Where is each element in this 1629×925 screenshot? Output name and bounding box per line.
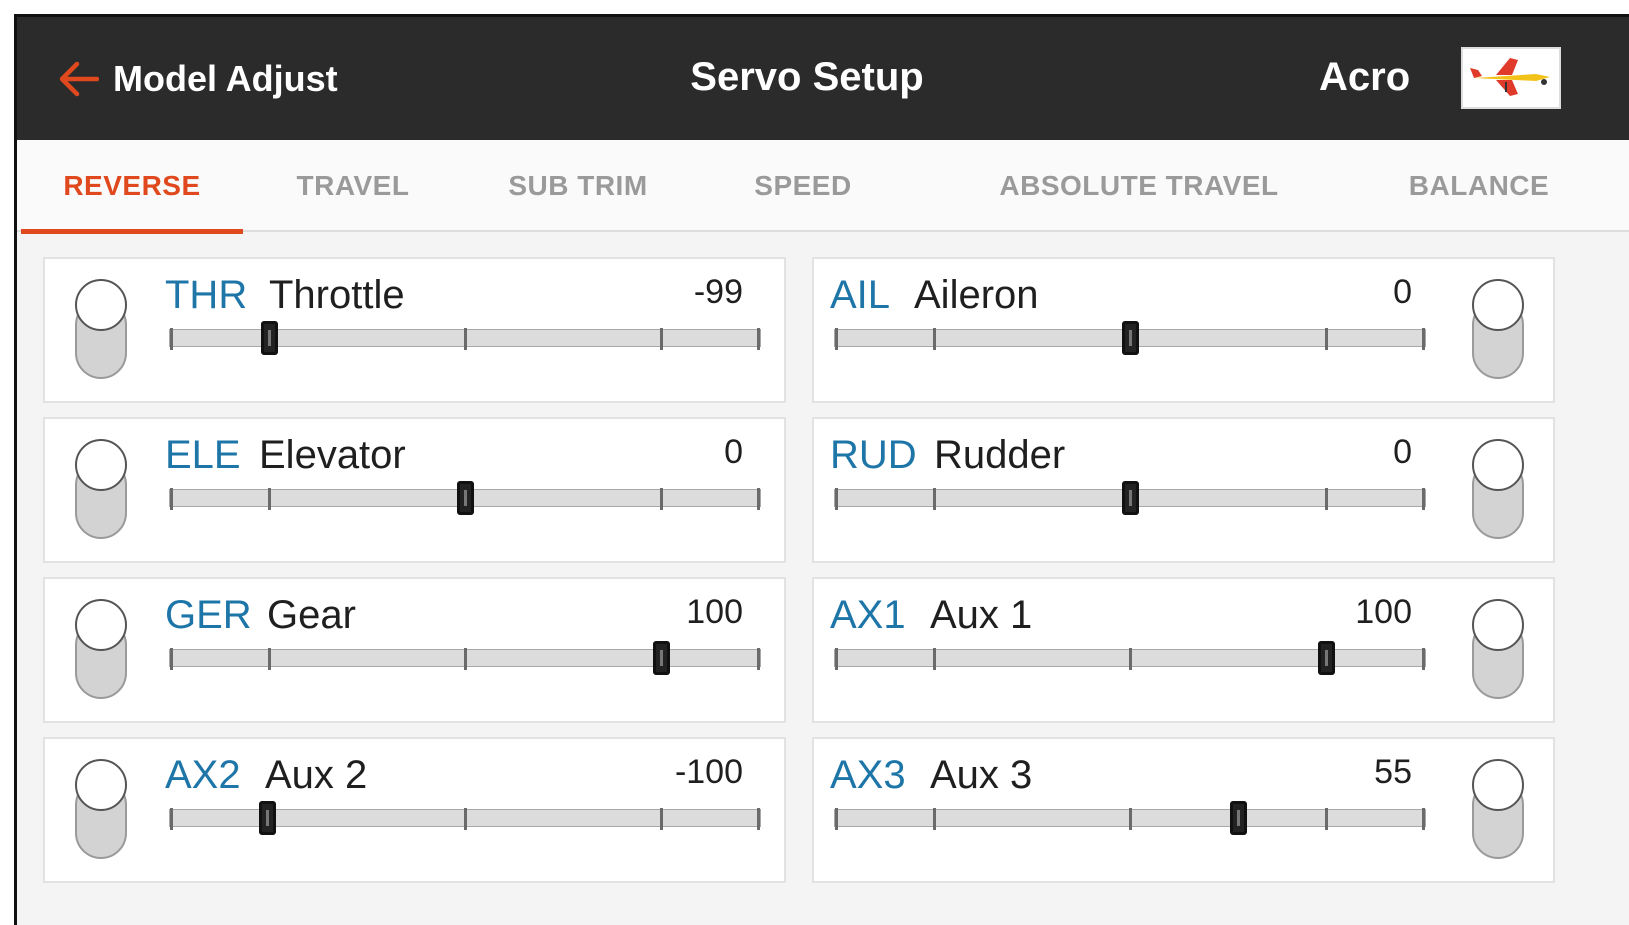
channel-card-ax3: AX3 Aux 3 55 xyxy=(812,737,1555,883)
reverse-toggle-ele[interactable] xyxy=(75,439,127,541)
top-bar: Model Adjust Servo Setup Acro xyxy=(17,17,1629,140)
reverse-toggle-thr[interactable] xyxy=(75,279,127,381)
servo-slider-ger[interactable] xyxy=(169,641,761,675)
channel-card-ger: GER Gear 100 xyxy=(43,577,786,723)
channel-name: Aux 3 xyxy=(930,753,1033,797)
tab-sub-trim[interactable]: SUB TRIM xyxy=(483,140,673,232)
channel-card-ax2: AX2 Aux 2 -100 xyxy=(43,737,786,883)
reverse-toggle-ax3[interactable] xyxy=(1472,759,1524,861)
slider-thumb[interactable] xyxy=(261,321,278,355)
channel-name: Rudder xyxy=(934,433,1066,477)
slider-thumb[interactable] xyxy=(1122,481,1139,515)
channel-value: -100 xyxy=(674,753,743,791)
channel-name: Throttle xyxy=(269,273,405,317)
channel-abbr: AX2 xyxy=(165,753,241,797)
channel-abbr: THR xyxy=(165,273,248,317)
channel-name: Elevator xyxy=(259,433,406,477)
channel-card-ele: ELE Elevator 0 xyxy=(43,417,786,563)
channel-abbr: GER xyxy=(165,593,252,637)
channel-value: 0 xyxy=(724,433,743,471)
channel-value: -99 xyxy=(693,273,743,311)
channel-card-thr: THR Throttle -99 xyxy=(43,257,786,403)
channel-value: 100 xyxy=(1355,593,1412,631)
servo-slider-rud[interactable] xyxy=(834,481,1426,515)
reverse-toggle-ax1[interactable] xyxy=(1472,599,1524,701)
channel-value: 0 xyxy=(1393,273,1412,311)
channel-card-rud: RUD Rudder 0 xyxy=(812,417,1555,563)
servo-slider-ax2[interactable] xyxy=(169,801,761,835)
channel-abbr: AX1 xyxy=(830,593,906,637)
reverse-toggle-rud[interactable] xyxy=(1472,439,1524,541)
channel-card-ax1: AX1 Aux 1 100 xyxy=(812,577,1555,723)
model-name: Acro xyxy=(1319,55,1411,99)
slider-thumb[interactable] xyxy=(1318,641,1335,675)
channel-value: 100 xyxy=(686,593,743,631)
tab-reverse[interactable]: REVERSE xyxy=(21,140,243,234)
servo-slider-ail[interactable] xyxy=(834,321,1426,355)
servo-slider-ax1[interactable] xyxy=(834,641,1426,675)
channel-abbr: ELE xyxy=(165,433,241,477)
channel-value: 0 xyxy=(1393,433,1412,471)
channel-card-ail: AIL Aileron 0 xyxy=(812,257,1555,403)
reverse-toggle-ger[interactable] xyxy=(75,599,127,701)
device-screen: Model Adjust Servo Setup Acro REVERSE TR… xyxy=(14,14,1629,925)
slider-thumb[interactable] xyxy=(653,641,670,675)
tab-absolute-travel[interactable]: ABSOLUTE TRAVEL xyxy=(979,140,1299,232)
tab-balance[interactable]: BALANCE xyxy=(1389,140,1569,232)
channel-name: Aileron xyxy=(914,273,1039,317)
channel-name: Gear xyxy=(267,593,356,637)
channel-name: Aux 1 xyxy=(930,593,1033,637)
slider-thumb[interactable] xyxy=(259,801,276,835)
airplane-thumbnail-icon[interactable] xyxy=(1461,47,1561,109)
channel-value: 55 xyxy=(1374,753,1412,791)
tab-speed[interactable]: SPEED xyxy=(723,140,883,232)
channel-name: Aux 2 xyxy=(265,753,368,797)
channel-abbr: RUD xyxy=(830,433,917,477)
tab-travel[interactable]: TRAVEL xyxy=(273,140,433,232)
channel-abbr: AX3 xyxy=(830,753,906,797)
channel-abbr: AIL xyxy=(830,273,891,317)
slider-thumb[interactable] xyxy=(1230,801,1247,835)
reverse-toggle-ail[interactable] xyxy=(1472,279,1524,381)
servo-slider-ele[interactable] xyxy=(169,481,761,515)
reverse-toggle-ax2[interactable] xyxy=(75,759,127,861)
tab-bar: REVERSE TRAVEL SUB TRIM SPEED ABSOLUTE T… xyxy=(17,140,1629,234)
servo-slider-thr[interactable] xyxy=(169,321,761,355)
slider-thumb[interactable] xyxy=(1122,321,1139,355)
slider-thumb[interactable] xyxy=(457,481,474,515)
servo-slider-ax3[interactable] xyxy=(834,801,1426,835)
